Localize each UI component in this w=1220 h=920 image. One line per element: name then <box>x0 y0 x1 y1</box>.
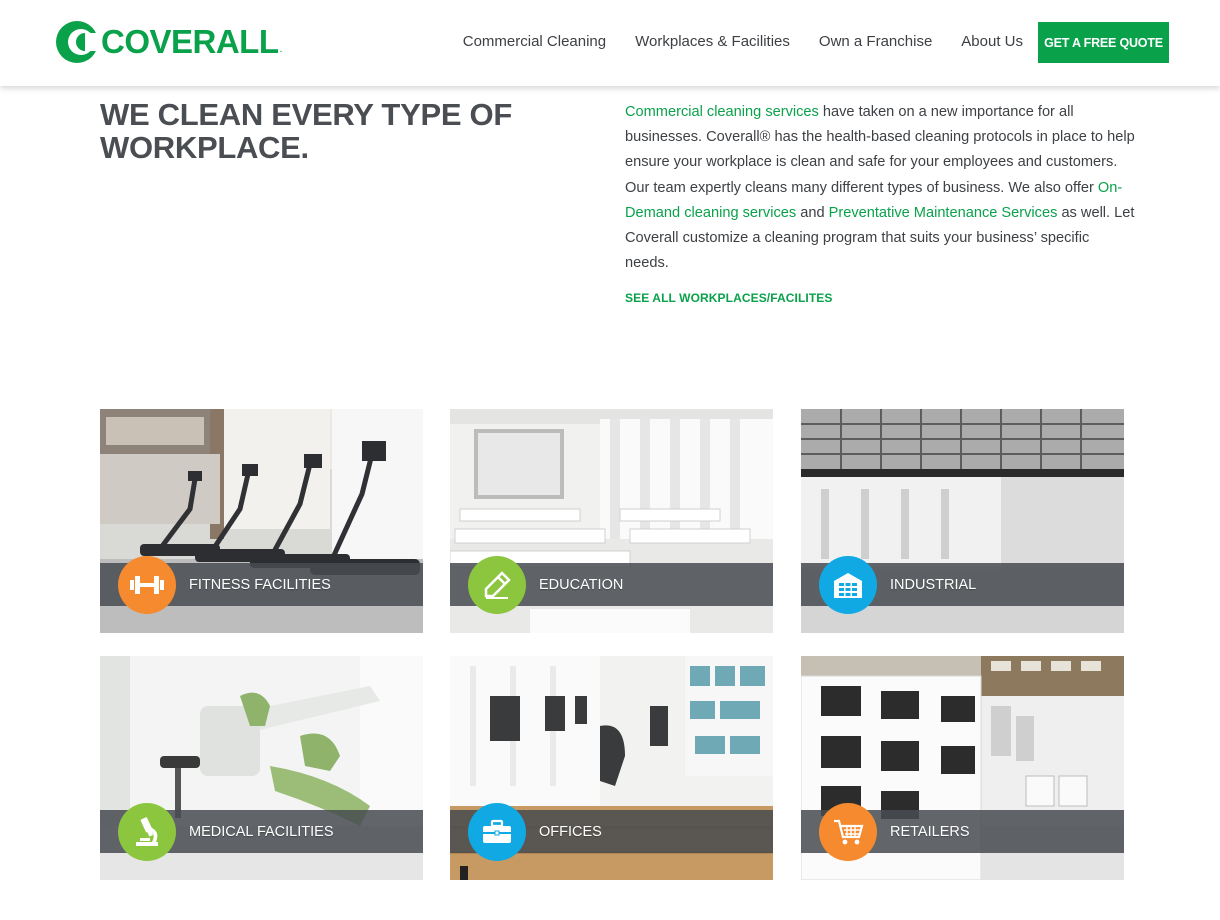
intro-paragraph: Commercial cleaning services have taken … <box>625 100 1135 276</box>
site-header: COVERALL . Commercial Cleaning Workplace… <box>0 0 1220 86</box>
warehouse-icon <box>819 556 877 614</box>
preventative-maintenance-link[interactable]: Preventative Maintenance Services <box>829 205 1058 221</box>
logo-wordmark: COVERALL <box>101 23 279 60</box>
main-nav: Commercial Cleaning Workplaces & Facilit… <box>434 33 1023 50</box>
card-label-fitness: FITNESS FACILITIES <box>189 576 331 593</box>
microscope-icon <box>118 803 176 861</box>
page-title-line-2: WORKPLACE. <box>100 130 309 165</box>
card-offices[interactable]: OFFICES <box>450 656 773 880</box>
dumbbell-icon <box>118 556 176 614</box>
cart-icon <box>819 803 877 861</box>
get-free-quote-button[interactable]: GET A FREE QUOTE <box>1038 22 1169 63</box>
card-label-industrial: INDUSTRIAL <box>890 576 977 593</box>
nav-about-us[interactable]: About Us <box>961 33 1023 50</box>
nav-commercial-cleaning[interactable]: Commercial Cleaning <box>463 33 606 50</box>
nav-workplaces-facilities[interactable]: Workplaces & Facilities <box>635 33 790 50</box>
card-label-retailers: RETAILERS <box>890 823 970 840</box>
card-education[interactable]: EDUCATION <box>450 409 773 633</box>
logo-dot: . <box>279 43 283 55</box>
pencil-icon <box>468 556 526 614</box>
commercial-cleaning-link[interactable]: Commercial cleaning services <box>625 104 819 120</box>
coverall-logo[interactable]: COVERALL . <box>55 20 283 64</box>
card-label-education: EDUCATION <box>539 576 624 593</box>
card-industrial[interactable]: INDUSTRIAL <box>801 409 1124 633</box>
page-title-line-1: WE CLEAN EVERY TYPE OF <box>100 97 512 132</box>
card-medical-facilities[interactable]: MEDICAL FACILITIES <box>100 656 423 880</box>
intro-text-2: and <box>796 204 829 221</box>
card-label-offices: OFFICES <box>539 823 602 840</box>
card-label-medical: MEDICAL FACILITIES <box>189 823 334 840</box>
nav-own-a-franchise[interactable]: Own a Franchise <box>819 33 932 50</box>
page-title: WE CLEAN EVERY TYPE OF WORKPLACE. <box>100 98 520 164</box>
briefcase-icon <box>468 803 526 861</box>
card-fitness-facilities[interactable]: FITNESS FACILITIES <box>100 409 423 633</box>
card-retailers[interactable]: RETAILERS <box>801 656 1124 880</box>
coverall-logo-mark-icon <box>56 21 99 63</box>
see-all-workplaces-link[interactable]: SEE ALL WORKPLACES/FACILITES <box>625 291 832 305</box>
